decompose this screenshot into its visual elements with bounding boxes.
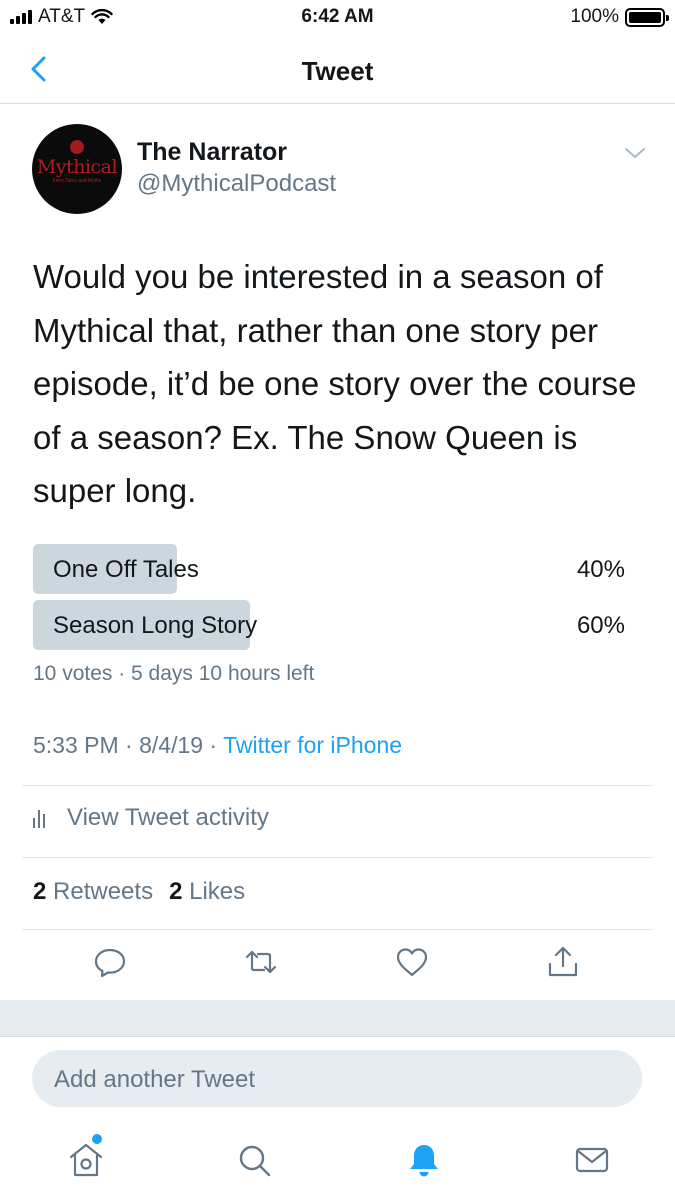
retweets-stat[interactable]: 2 Retweets — [33, 878, 153, 906]
tweet-text: Would you be interested in a season of M… — [33, 258, 637, 509]
likes-count: 2 — [169, 878, 183, 905]
retweets-label: Retweets — [53, 878, 154, 905]
avatar[interactable]: Mythical Fairy Tales and Myths — [32, 124, 122, 214]
display-name[interactable]: The Narrator — [137, 138, 287, 167]
divider — [22, 785, 653, 786]
add-tweet-input[interactable]: Add another Tweet — [32, 1050, 642, 1107]
divider — [22, 929, 653, 930]
poll-option-percent: 40% — [576, 556, 625, 583]
divider — [22, 857, 653, 858]
avatar-logo-subtext: Fairy Tales and Myths — [52, 178, 102, 184]
poll-option-label: One Off Tales — [53, 556, 199, 583]
nav-bar: Tweet — [0, 36, 675, 104]
add-tweet-placeholder: Add another Tweet — [54, 1066, 256, 1093]
status-bar: AT&T 6:42 AM 100% — [0, 0, 675, 36]
activity-label: View Tweet activity — [67, 804, 269, 831]
reply-icon[interactable] — [92, 944, 128, 980]
page-title: Tweet — [301, 56, 374, 86]
retweets-count: 2 — [33, 878, 47, 905]
tweet-actions — [0, 940, 675, 990]
bar-chart-icon — [33, 808, 51, 828]
likes-stat[interactable]: 2 Likes — [169, 878, 245, 906]
likes-label: Likes — [189, 878, 246, 905]
user-handle[interactable]: @MythicalPodcast — [137, 170, 336, 198]
view-tweet-activity-button[interactable]: View Tweet activity — [33, 804, 269, 832]
share-icon[interactable] — [545, 944, 581, 980]
rose-icon — [70, 140, 84, 154]
tweet-timestamp: 5:33 PM · 8/4/19 · Twitter for iPhone — [33, 732, 402, 759]
home-notification-dot — [92, 1134, 102, 1144]
section-separator — [0, 1000, 675, 1037]
home-icon[interactable] — [66, 1140, 106, 1180]
notifications-icon[interactable] — [404, 1140, 444, 1180]
avatar-logo-text: Mythical — [36, 156, 118, 178]
messages-icon[interactable] — [572, 1140, 612, 1180]
poll: One Off Tales 40% Season Long Story 60% — [33, 544, 625, 656]
tab-bar — [0, 1120, 675, 1200]
poll-meta: 10 votes · 5 days 10 hours left — [33, 662, 315, 685]
search-icon[interactable] — [234, 1140, 274, 1180]
timestamp-text: 5:33 PM · 8/4/19 · — [33, 732, 224, 758]
battery-icon — [625, 7, 669, 27]
battery-percent: 100% — [570, 6, 619, 27]
tweet-stats: 2 Retweets 2 Likes — [33, 878, 245, 906]
poll-option: Season Long Story 60% — [33, 600, 625, 650]
retweet-icon[interactable] — [243, 944, 279, 980]
poll-option-label: Season Long Story — [53, 612, 258, 639]
status-bar-right: 100% — [570, 6, 669, 28]
chevron-down-icon[interactable] — [623, 144, 647, 162]
source-link[interactable]: Twitter for iPhone — [223, 732, 402, 758]
poll-option-percent: 60% — [576, 612, 625, 639]
poll-option: One Off Tales 40% — [33, 544, 625, 594]
like-icon[interactable] — [394, 944, 430, 980]
